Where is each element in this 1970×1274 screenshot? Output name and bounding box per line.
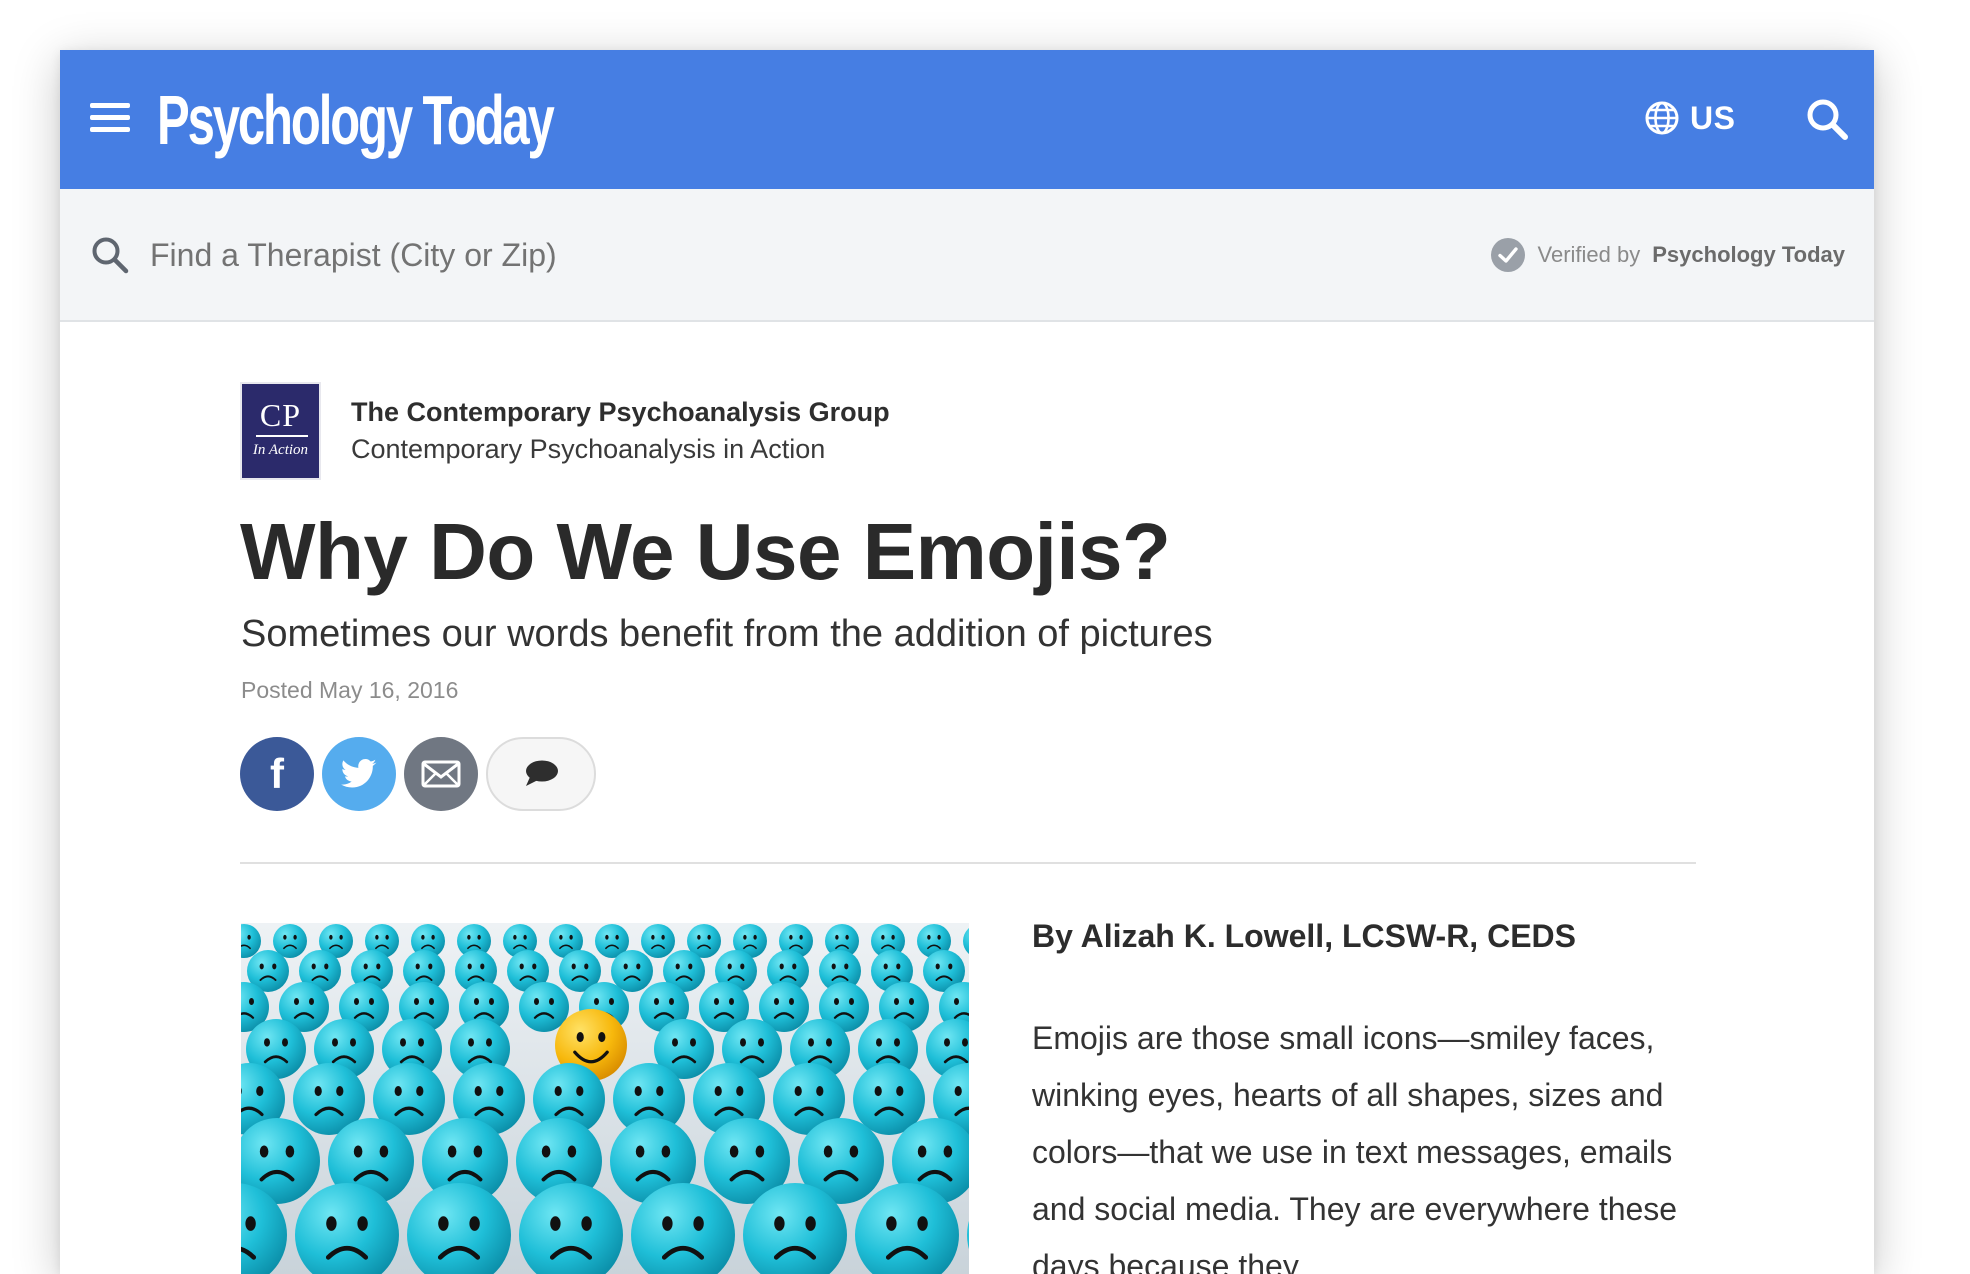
verified-prefix: Verified by [1537,242,1641,267]
post-date: Posted May 16, 2016 [241,677,459,703]
verified-brand: Psychology Today [1652,242,1845,267]
search-icon[interactable] [1803,95,1851,143]
twitter-icon[interactable] [322,737,396,811]
email-icon[interactable] [404,737,478,811]
check-circle-icon [1490,238,1525,272]
divider [240,862,1696,864]
search-icon [92,237,129,274]
article-subtitle: Sometimes our words benefit from the add… [241,613,1213,655]
therapist-search-input[interactable] [150,225,1050,285]
region-label: US [1690,99,1736,136]
verified-badge: Verified by Psychology Today [1490,235,1845,275]
region-selector[interactable]: US [1644,96,1735,140]
facebook-icon[interactable]: f [240,737,314,811]
share-buttons: f [240,737,596,811]
menu-icon[interactable] [90,103,130,135]
byline: By Alizah K. Lowell, LCSW-R, CEDS [1032,918,1576,954]
site-header: Psychology Today US [60,50,1874,189]
blog-group: CP In Action The Contemporary Psychoanal… [240,382,890,480]
therapist-search-bar: Verified by Psychology Today [60,189,1874,322]
site-logo[interactable]: Psychology Today [157,72,555,168]
globe-icon [1645,101,1679,135]
browser-page: Psychology Today US Find a Therapist (Ci… [60,50,1874,1274]
blog-name[interactable]: Contemporary Psychoanalysis in Action [351,430,890,468]
blog-logo[interactable]: CP In Action [240,382,321,480]
article-title: Why Do We Use Emojis? [240,507,1171,596]
blog-logo-text: CP [259,397,302,433]
article-body: Emojis are those small icons—smiley face… [1032,1020,1678,1274]
article-image [241,923,969,1274]
comment-icon[interactable] [486,737,596,811]
group-name[interactable]: The Contemporary Psychoanalysis Group [351,394,890,430]
blog-logo-subtext: In Action [252,442,309,458]
